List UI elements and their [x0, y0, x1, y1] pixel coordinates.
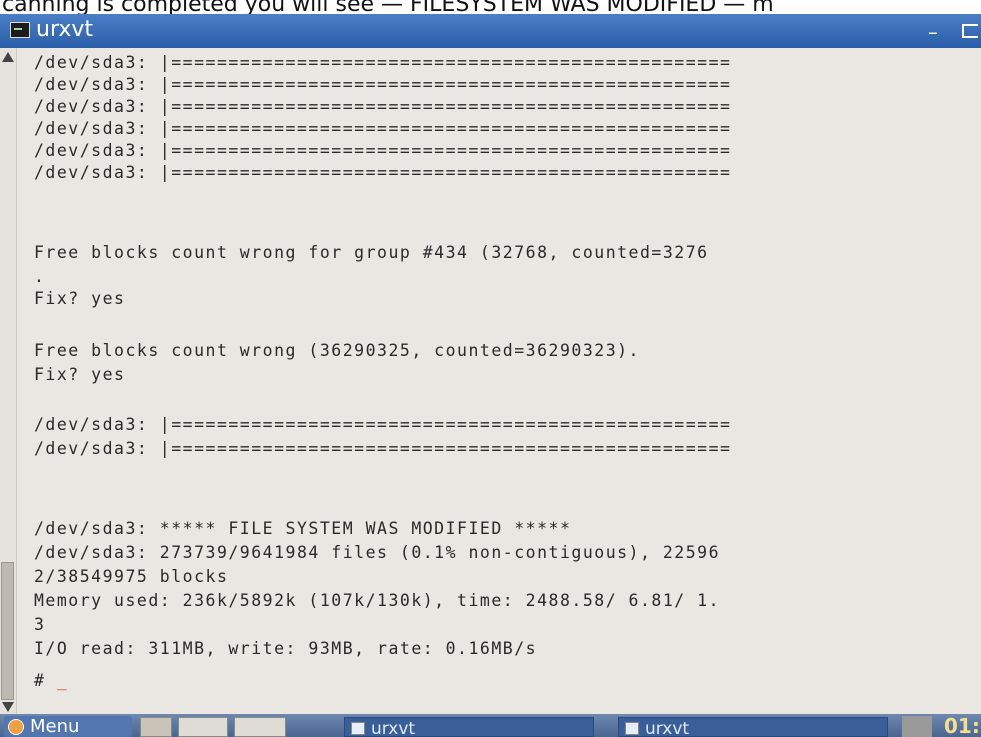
- terminal-line: /dev/sda3: |============================…: [34, 141, 732, 160]
- page-caption: canning is completed you will see — FILE…: [0, 0, 981, 14]
- task-urxvt-2[interactable]: urxvt: [618, 717, 888, 737]
- clock: 01:: [944, 714, 980, 737]
- terminal-output[interactable]: /dev/sda3: |============================…: [34, 48, 981, 714]
- terminal-line: Fix? yes: [34, 289, 126, 308]
- terminal-line: /dev/sda3: |============================…: [34, 119, 732, 138]
- terminal-icon: [351, 722, 365, 735]
- window-titlebar[interactable]: urxvt –: [0, 14, 981, 48]
- maximize-button[interactable]: [962, 24, 978, 38]
- task-label: urxvt: [371, 719, 416, 737]
- task-urxvt-1[interactable]: urxvt: [344, 717, 594, 737]
- menu-icon: [8, 719, 24, 735]
- terminal-line: /dev/sda3: |============================…: [34, 53, 732, 72]
- terminal-line: 3: [34, 615, 46, 634]
- terminal-icon: [625, 722, 639, 735]
- terminal-line: Memory used: 236k/5892k (107k/130k), tim…: [34, 591, 721, 610]
- terminal-line: Fix? yes: [34, 365, 126, 384]
- terminal-prompt[interactable]: # _: [34, 670, 68, 692]
- terminal-line: /dev/sda3: ***** FILE SYSTEM WAS MODIFIE…: [34, 519, 572, 538]
- minimize-button[interactable]: –: [928, 18, 938, 46]
- terminal-line: I/O read: 311MB, write: 93MB, rate: 0.16…: [34, 639, 538, 658]
- menu-button[interactable]: Menu: [4, 716, 132, 737]
- scrollbar-thumb[interactable]: [1, 562, 14, 700]
- terminal-icon: [10, 22, 30, 38]
- terminal-line: Free blocks count wrong for group #434 (…: [34, 243, 709, 262]
- task-label: urxvt: [645, 719, 690, 737]
- launcher-icon[interactable]: [140, 717, 172, 737]
- terminal-line: 2/38549975 blocks: [34, 567, 229, 586]
- scroll-down-icon[interactable]: [2, 702, 14, 712]
- terminal-line: /dev/sda3: |============================…: [34, 163, 732, 182]
- terminal-line: /dev/sda3: |============================…: [34, 439, 732, 458]
- desktop-pager-1[interactable]: [178, 717, 228, 737]
- scroll-up-icon[interactable]: [2, 52, 14, 62]
- desktop-pager-2[interactable]: [234, 717, 286, 737]
- terminal-cursor: _: [56, 671, 69, 690]
- terminal-window: urxvt – /dev/sda3: |====================…: [0, 14, 981, 714]
- terminal-line: /dev/sda3: |============================…: [34, 75, 732, 94]
- prompt-text: #: [34, 671, 57, 690]
- window-title: urxvt: [36, 17, 94, 42]
- terminal-line: /dev/sda3: |============================…: [34, 97, 732, 116]
- terminal-line: .: [34, 267, 46, 286]
- terminal-line: Free blocks count wrong (36290325, count…: [34, 341, 640, 360]
- taskbar: Menu urxvt urxvt 01:: [0, 714, 981, 737]
- terminal-line: /dev/sda3: 273739/9641984 files (0.1% no…: [34, 543, 721, 562]
- menu-label: Menu: [30, 716, 80, 737]
- terminal-line: /dev/sda3: |============================…: [34, 415, 732, 434]
- tray-area: [902, 716, 932, 737]
- scrollbar[interactable]: [0, 48, 17, 714]
